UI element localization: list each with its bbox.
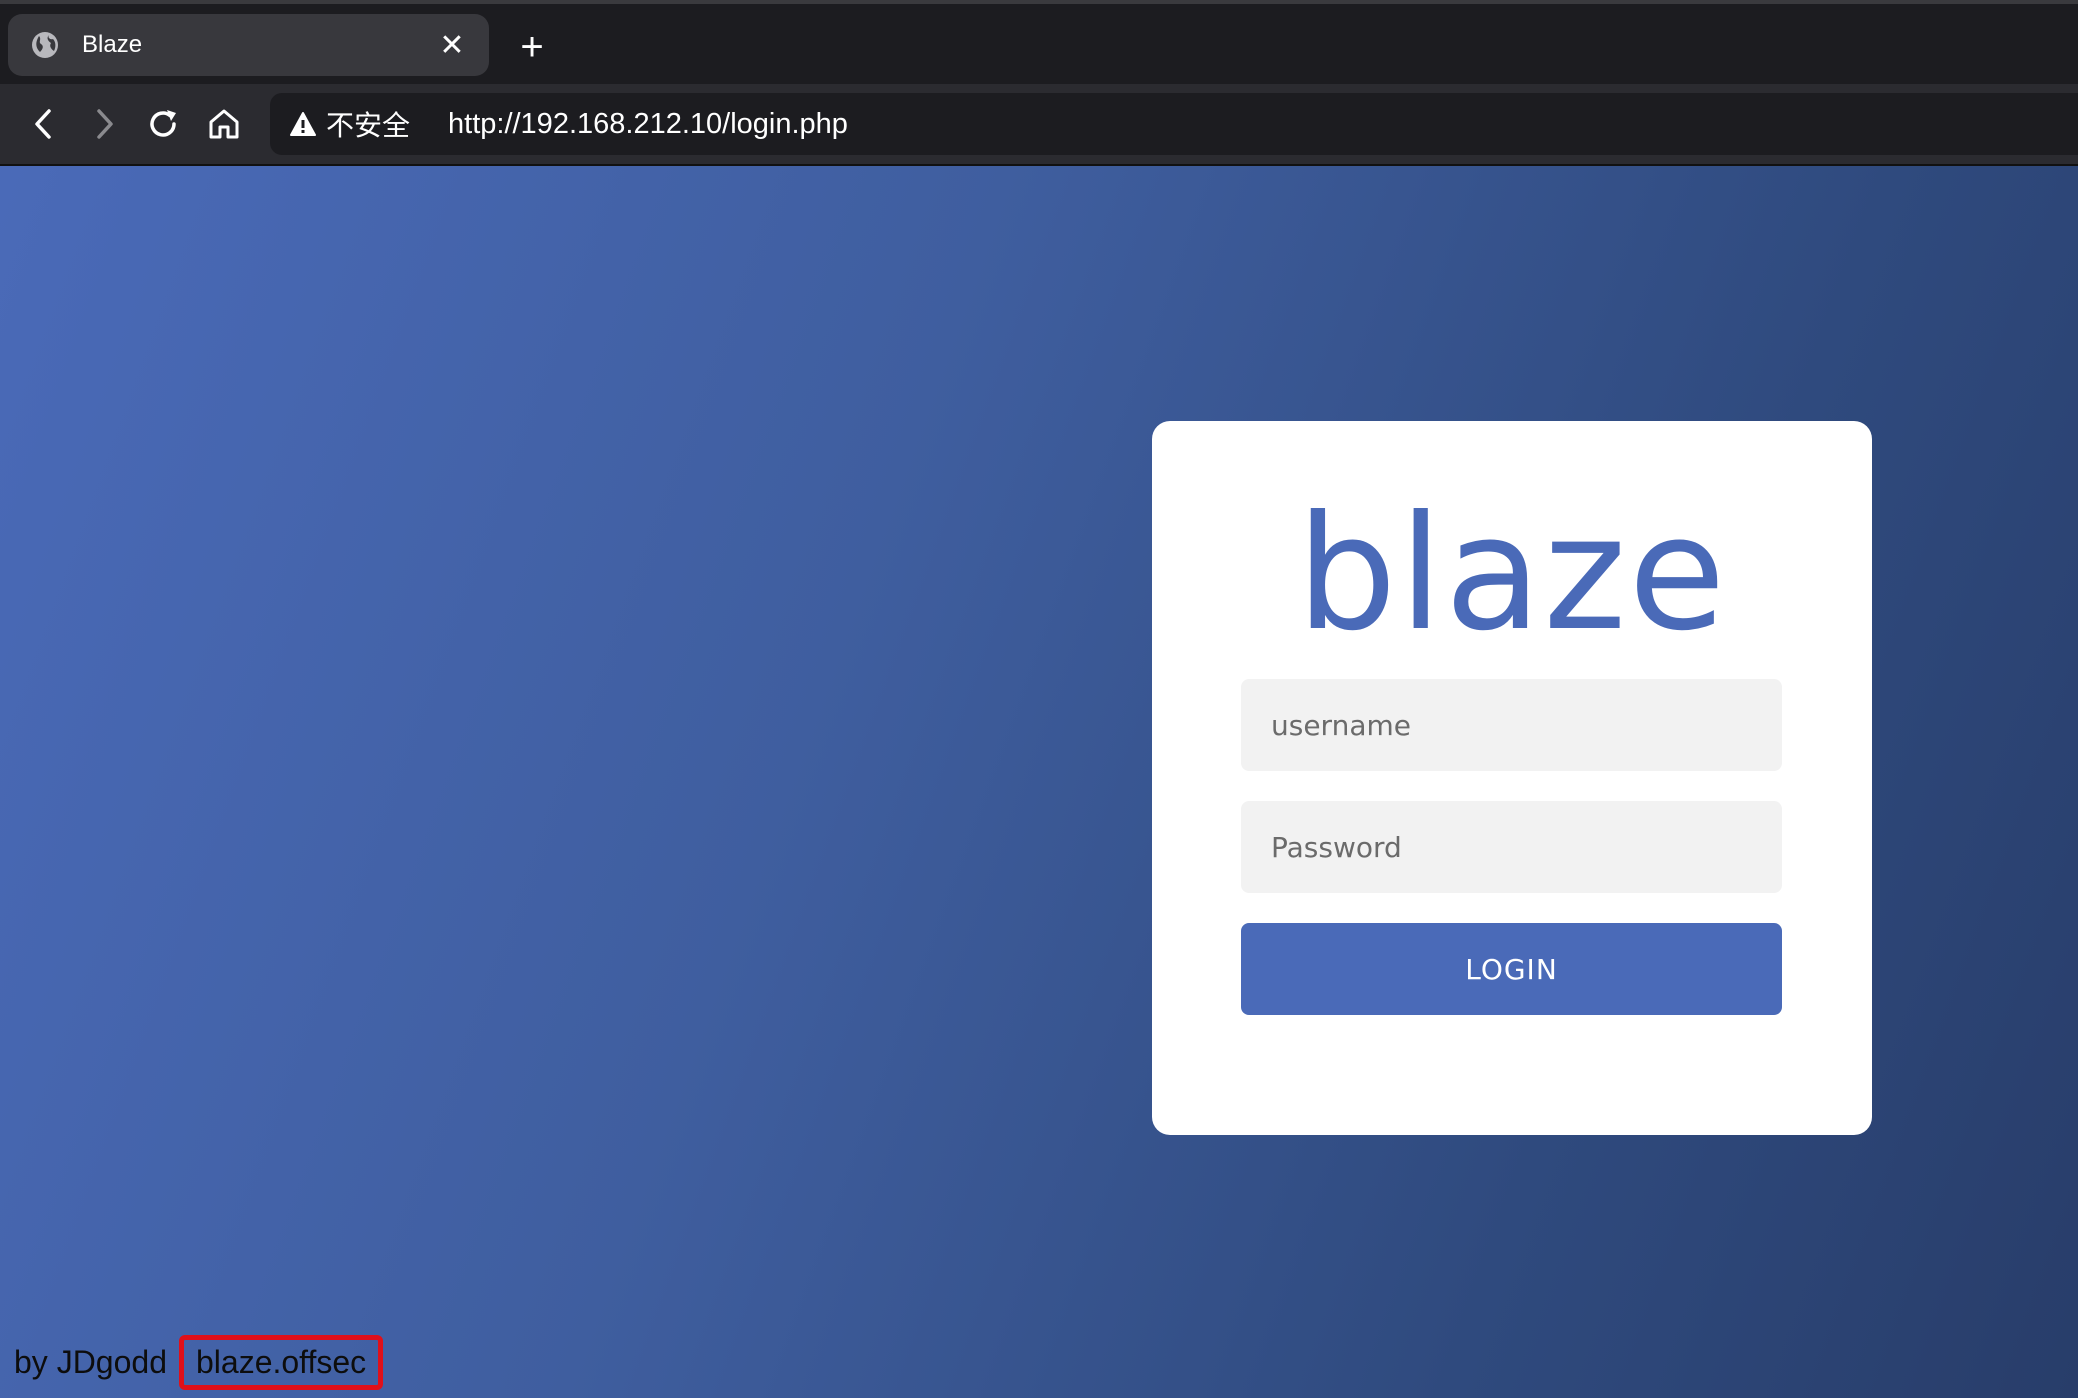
blaze-logo: blaze (1296, 482, 1728, 666)
back-button[interactable] (22, 102, 66, 146)
highlighted-hostname: blaze.offsec (178, 1334, 384, 1390)
chevron-left-icon (35, 109, 51, 139)
close-tab-icon[interactable]: ✕ (437, 29, 467, 62)
reload-button[interactable] (141, 102, 185, 146)
home-button[interactable] (202, 102, 246, 146)
warning-icon[interactable] (288, 109, 318, 139)
home-icon (209, 109, 239, 139)
browser-window: Blaze ✕ + 不安全 http://192.168.212.10/logi… (0, 0, 2078, 1398)
username-field[interactable] (1241, 679, 1782, 771)
browser-toolbar: 不安全 http://192.168.212.10/login.php (0, 84, 2078, 166)
login-button[interactable]: LOGIN (1241, 923, 1782, 1015)
url-text[interactable]: http://192.168.212.10/login.php (448, 108, 848, 141)
forward-button[interactable] (82, 102, 126, 146)
new-tab-button[interactable]: + (512, 27, 552, 68)
page-footer: by JDgodd blaze.offsec (14, 1332, 384, 1392)
address-bar[interactable]: 不安全 http://192.168.212.10/login.php (270, 93, 2078, 155)
author-credit: by JDgodd (14, 1343, 167, 1380)
reload-icon (150, 110, 176, 137)
globe-icon (30, 30, 60, 60)
page-viewport: blaze LOGIN by JDgodd blaze.offsec (0, 166, 2078, 1398)
tab-strip: Blaze ✕ + (0, 0, 2078, 84)
security-status-label[interactable]: 不安全 (326, 104, 410, 144)
tab-blaze[interactable]: Blaze ✕ (8, 14, 489, 76)
login-card: blaze LOGIN (1152, 421, 1872, 1135)
chevron-right-icon (97, 109, 113, 139)
password-field[interactable] (1241, 801, 1782, 893)
tab-title: Blaze (82, 31, 143, 58)
